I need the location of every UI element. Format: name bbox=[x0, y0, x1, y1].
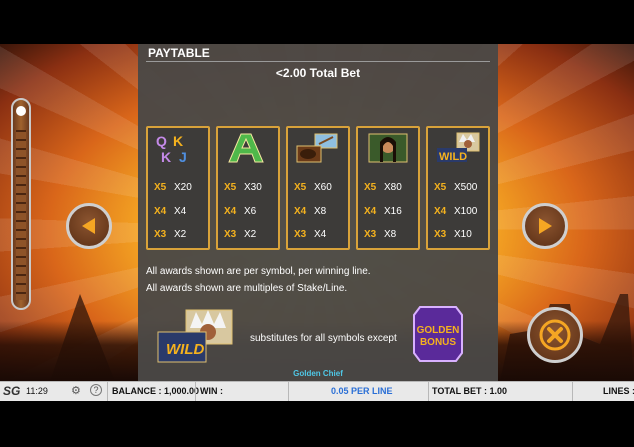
native-woman-icon bbox=[368, 133, 408, 163]
paytable-title: PAYTABLE bbox=[148, 46, 210, 60]
svg-text:BONUS: BONUS bbox=[420, 337, 456, 348]
prev-page-button[interactable] bbox=[66, 203, 112, 249]
pay-row: X5 X60 bbox=[294, 182, 332, 193]
wild-symbol-icon: WILD bbox=[157, 309, 233, 363]
game-name-label: Golden Chief bbox=[293, 369, 343, 378]
pay-row: X4 X100 bbox=[434, 206, 478, 217]
close-icon bbox=[539, 319, 571, 351]
chief-wild-icon: WILD bbox=[437, 132, 480, 163]
pay-row: X3 X10 bbox=[434, 229, 472, 240]
symbol-card: X5 X60 X4 X8 X3 X4 bbox=[286, 126, 350, 250]
svg-text:K: K bbox=[173, 133, 183, 149]
win-display: WIN : bbox=[200, 386, 223, 396]
wild-description: substitutes for all symbols except bbox=[250, 333, 397, 344]
sg-logo: SG bbox=[3, 384, 21, 398]
symbol-card: Q K K J X5 X20 X4 X4 X3 X2 bbox=[146, 126, 210, 250]
top-black-bar bbox=[0, 0, 634, 44]
svg-text:WILD: WILD bbox=[166, 341, 204, 358]
svg-text:K: K bbox=[161, 149, 171, 164]
symbol-card: X5 X30 X4 X6 X3 X2 bbox=[216, 126, 280, 250]
bet-nav-link[interactable]: <2.00 Total Bet bbox=[138, 66, 498, 80]
award-note: All awards shown are per symbol, per win… bbox=[146, 266, 371, 277]
next-page-button[interactable] bbox=[522, 203, 568, 249]
close-paytable-button[interactable] bbox=[527, 307, 583, 363]
title-divider bbox=[146, 61, 490, 62]
bottom-black-bar bbox=[0, 401, 634, 447]
pay-row: X4 X6 bbox=[224, 206, 257, 217]
help-icon[interactable]: ? bbox=[90, 384, 102, 396]
settings-gear-icon[interactable]: ⚙ bbox=[71, 384, 81, 397]
pay-row: X3 X4 bbox=[294, 229, 327, 240]
bison-icon bbox=[296, 133, 338, 163]
pay-row: X5 X30 bbox=[224, 182, 262, 193]
arrow-left-icon bbox=[82, 218, 95, 234]
svg-text:GOLDEN: GOLDEN bbox=[417, 325, 460, 336]
pay-row: X4 X4 bbox=[154, 206, 187, 217]
bet-scroll-slider[interactable] bbox=[11, 98, 31, 310]
slider-knob-icon[interactable] bbox=[16, 106, 26, 116]
symbol-card: WILD X5 X500 X4 X100 X3 X10 bbox=[426, 126, 490, 250]
award-note: All awards shown are multiples of Stake/… bbox=[146, 283, 348, 294]
pay-row: X4 X8 bbox=[294, 206, 327, 217]
arrow-right-icon bbox=[539, 218, 552, 234]
clock-time: 11:29 bbox=[26, 386, 48, 396]
paytable-panel: PAYTABLE <2.00 Total Bet Q K K J X5 X20 X… bbox=[138, 44, 498, 381]
status-bar: SG 11:29 BALANCE : 1,000.00 ⚙ ? WIN : 0.… bbox=[0, 381, 634, 401]
pay-row: X5 X500 bbox=[434, 182, 478, 193]
symbol-card: X5 X80 X4 X16 X3 X8 bbox=[356, 126, 420, 250]
svg-text:WILD: WILD bbox=[439, 151, 467, 163]
letter-a-icon bbox=[228, 133, 264, 163]
pay-row: X4 X16 bbox=[364, 206, 402, 217]
pay-row: X5 X80 bbox=[364, 182, 402, 193]
balance-display: BALANCE : 1,000.00 bbox=[112, 386, 200, 396]
svg-text:J: J bbox=[179, 149, 187, 164]
golden-bonus-icon: GOLDEN BONUS bbox=[413, 306, 463, 362]
pay-row: X3 X8 bbox=[364, 229, 397, 240]
lines-display: LINES : 20 bbox=[603, 386, 634, 396]
total-bet-display: TOTAL BET : 1.00 bbox=[432, 386, 508, 396]
pay-row: X3 X2 bbox=[224, 229, 257, 240]
qkj-icon: Q K K J bbox=[156, 133, 187, 164]
svg-text:Q: Q bbox=[156, 133, 167, 149]
pay-row: X3 X2 bbox=[154, 229, 187, 240]
per-line-display[interactable]: 0.05 PER LINE bbox=[331, 386, 393, 396]
pay-row: X5 X20 bbox=[154, 182, 192, 193]
